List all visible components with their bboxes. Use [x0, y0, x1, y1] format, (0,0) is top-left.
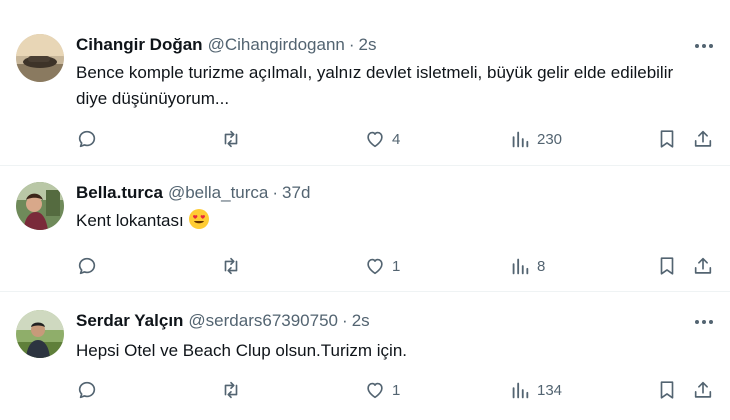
views-button[interactable]: 230 — [509, 127, 562, 151]
display-name[interactable]: Serdar Yalçın — [76, 311, 183, 331]
user-handle[interactable]: @serdars67390750 — [188, 311, 338, 331]
retweet-icon — [220, 379, 242, 401]
tweet-2[interactable]: Bella.turca @bella_turca · 37d Kent loka… — [0, 166, 730, 292]
display-name[interactable]: Cihangir Doğan — [76, 35, 203, 55]
tweet-1[interactable]: Cihangir Doğan @Cihangirdogann · 2s Benc… — [0, 0, 730, 166]
views-button[interactable]: 134 — [509, 378, 562, 402]
view-count: 8 — [537, 257, 546, 275]
reply-button[interactable] — [76, 127, 104, 151]
retweet-button[interactable] — [220, 378, 248, 402]
tweet-text-content: Kent lokantası — [76, 211, 184, 230]
bookmark-icon — [656, 128, 678, 150]
bookmark-icon — [656, 379, 678, 401]
more-options-icon[interactable] — [690, 36, 718, 56]
analytics-icon — [509, 379, 531, 401]
tweet-3[interactable]: Serdar Yalçın @serdars67390750 · 2s Heps… — [0, 292, 730, 420]
share-icon — [692, 255, 714, 277]
retweet-button[interactable] — [220, 254, 248, 278]
share-button[interactable] — [692, 254, 714, 278]
analytics-icon — [509, 255, 531, 277]
user-handle[interactable]: @Cihangirdogann — [208, 35, 345, 55]
timestamp[interactable]: 37d — [282, 183, 310, 203]
share-icon — [692, 379, 714, 401]
share-icon — [692, 128, 714, 150]
separator: · — [342, 311, 348, 330]
like-button[interactable]: 1 — [364, 378, 400, 402]
reply-button[interactable] — [76, 254, 104, 278]
like-button[interactable]: 4 — [364, 127, 400, 151]
like-button[interactable]: 1 — [364, 254, 400, 278]
avatar[interactable] — [16, 182, 64, 230]
reply-icon — [76, 255, 98, 277]
like-count: 1 — [392, 257, 401, 275]
reply-icon — [76, 128, 98, 150]
timestamp[interactable]: 2s — [352, 311, 370, 331]
heart-icon — [364, 128, 386, 150]
share-button[interactable] — [692, 378, 714, 402]
avatar[interactable] — [16, 34, 64, 82]
like-count: 1 — [392, 381, 401, 399]
view-count: 230 — [537, 130, 563, 148]
reply-button[interactable] — [76, 378, 104, 402]
share-button[interactable] — [692, 127, 714, 151]
retweet-icon — [220, 255, 242, 277]
retweet-button[interactable] — [220, 127, 248, 151]
separator: · — [348, 35, 355, 54]
heart-icon — [364, 255, 386, 277]
reply-icon — [76, 379, 98, 401]
display-name[interactable]: Bella.turca — [76, 183, 163, 203]
avatar[interactable] — [16, 310, 64, 358]
views-button[interactable]: 8 — [509, 254, 545, 278]
heart-icon — [364, 379, 386, 401]
bookmark-button[interactable] — [656, 254, 678, 278]
bookmark-button[interactable] — [656, 127, 678, 151]
bookmark-button[interactable] — [656, 378, 678, 402]
separator: · — [272, 183, 279, 202]
tweet-text: Kent lokantası — [76, 208, 696, 234]
tweet-text: Hepsi Otel ve Beach Clup olsun.Turizm iç… — [76, 341, 408, 360]
timestamp[interactable]: 2s — [359, 35, 377, 55]
retweet-icon — [220, 128, 242, 150]
bookmark-icon — [656, 255, 678, 277]
analytics-icon — [509, 128, 531, 150]
more-options-icon[interactable] — [690, 312, 718, 332]
like-count: 4 — [392, 130, 401, 148]
heart-eyes-emoji-icon — [188, 208, 210, 230]
user-handle[interactable]: @bella_turca — [168, 183, 268, 203]
tweet-text: Bence komple turizme açılmalı, yalnız de… — [76, 63, 674, 108]
view-count: 134 — [537, 381, 563, 399]
